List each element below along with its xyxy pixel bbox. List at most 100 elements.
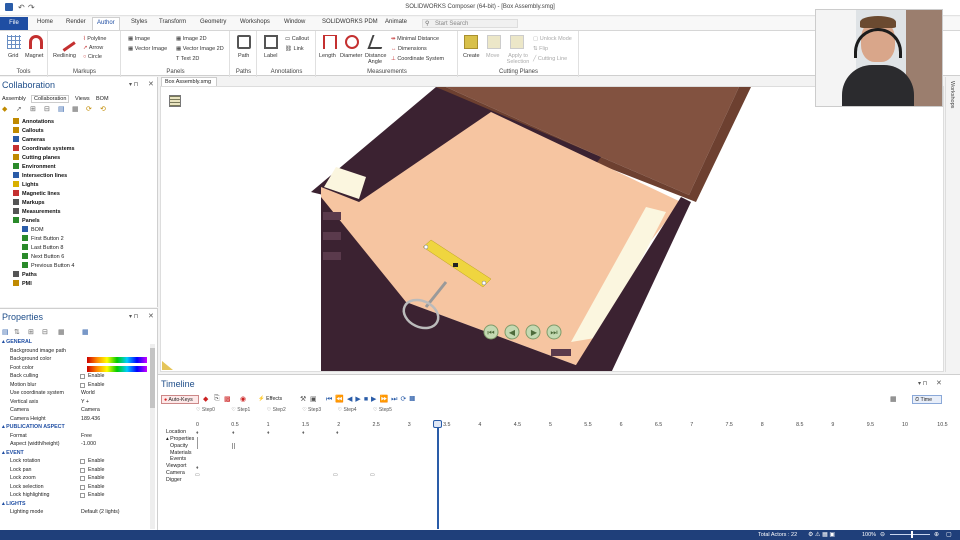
timeline-step-marker[interactable]: ♡ Step3 xyxy=(302,407,321,413)
tab-styles[interactable]: Styles xyxy=(131,19,147,25)
property-value[interactable]: Free xyxy=(81,433,92,439)
tab-animate[interactable]: Animate xyxy=(385,19,407,25)
play-icon[interactable]: ▶ xyxy=(355,396,363,403)
timeline-track-label[interactable]: Camera xyxy=(166,470,185,476)
distance-angle-icon[interactable] xyxy=(367,35,387,49)
grid-button[interactable]: Grid xyxy=(8,53,18,59)
create-plane-icon[interactable] xyxy=(464,35,478,49)
property-row[interactable]: Background color xyxy=(0,356,158,365)
prev-key-icon[interactable]: ⏪ xyxy=(335,396,347,403)
keyframe[interactable] xyxy=(232,443,235,449)
tree-item[interactable]: PMI xyxy=(13,280,32,289)
timeline-track-label[interactable]: ▴ Properties xyxy=(166,436,194,442)
property-row[interactable]: Use coordinate system World xyxy=(0,390,158,399)
keyframe[interactable]: ♦ xyxy=(196,430,199,436)
property-value[interactable]: Enable xyxy=(88,484,105,490)
circle-button[interactable]: ○ Circle xyxy=(83,54,102,60)
property-row[interactable]: Lock selection Enable xyxy=(0,484,158,493)
export-icon[interactable]: ▦ xyxy=(890,395,897,403)
flip-button[interactable]: ⇅ Flip xyxy=(533,46,548,52)
tree-item[interactable]: BOM xyxy=(22,226,44,235)
create-button[interactable]: Create xyxy=(463,53,480,59)
tree-item[interactable]: Panels xyxy=(13,217,40,226)
property-row[interactable]: Format Free xyxy=(0,433,158,442)
tab-home[interactable]: Home xyxy=(37,19,53,25)
property-value[interactable]: Camera xyxy=(81,407,100,413)
auto-keys-button[interactable]: ● Auto-Keys xyxy=(161,395,199,404)
tree-item[interactable]: Last Button 8 xyxy=(22,244,63,253)
time-mode-button[interactable]: ⏲ Time xyxy=(912,395,942,404)
tree-item[interactable]: Paths xyxy=(13,271,37,280)
workshops-label[interactable]: Workshops xyxy=(949,81,955,108)
property-section-header[interactable]: ▴ GENERAL xyxy=(2,339,32,345)
property-section-header[interactable]: ▴ PUBLICATION ASPECT xyxy=(2,424,65,430)
pin-icon[interactable]: ▾ ⊓ xyxy=(129,81,138,88)
length-icon[interactable] xyxy=(323,35,337,49)
key-actors-icon[interactable]: ▩ xyxy=(224,395,231,403)
tree-item[interactable]: Magnetic lines xyxy=(13,190,60,199)
tree-item[interactable]: Environment xyxy=(13,163,56,172)
timeline-close-icon[interactable]: ✕ xyxy=(936,379,942,387)
coordinate-system-button[interactable]: ⊥ Coordinate System xyxy=(391,56,444,62)
magnet-button[interactable]: Magnet xyxy=(25,53,43,59)
status-tools-icon[interactable]: ⚙ ⚠ ▦ ▣ xyxy=(808,531,835,538)
checkbox[interactable] xyxy=(80,374,85,379)
key-tool-icon[interactable]: ◆ xyxy=(203,395,208,403)
checkbox[interactable] xyxy=(80,476,85,481)
image-2d-button[interactable]: ▦ Image 2D xyxy=(176,36,207,42)
keyframe[interactable]: ♦ xyxy=(232,430,235,436)
keyframe[interactable] xyxy=(197,437,198,449)
categorized-icon[interactable]: ▤ xyxy=(2,328,9,336)
pointer-icon[interactable]: ➚ xyxy=(16,105,22,113)
go-start-icon[interactable]: ⏮ xyxy=(326,396,335,403)
callout-button[interactable]: ▭ Callout xyxy=(285,36,309,42)
checkbox[interactable] xyxy=(80,493,85,498)
label-button[interactable]: Label xyxy=(264,53,277,59)
next-button[interactable]: ▶ xyxy=(525,324,541,340)
3d-viewport[interactable]: ⏮ ◀ ▶ ⏭ xyxy=(160,86,944,372)
property-row[interactable]: Back culling Enable xyxy=(0,373,158,382)
cutting-line-button[interactable]: ╱ Cutting Line xyxy=(533,56,567,62)
timeline-cursor-handle[interactable] xyxy=(433,420,442,428)
property-row[interactable]: Lighting mode Default (2 lights) xyxy=(0,509,158,518)
move-key-icon[interactable]: ⚒ xyxy=(300,395,306,403)
property-value[interactable]: Enable xyxy=(88,458,105,464)
properties-pin-icon[interactable]: ▾ ⊓ xyxy=(129,313,138,320)
property-row[interactable]: Lock zoom Enable xyxy=(0,475,158,484)
filter-icon[interactable]: ◆ xyxy=(2,105,7,113)
timeline-track-label[interactable]: Events xyxy=(170,456,186,462)
property-row[interactable]: Lock highlighting Enable xyxy=(0,492,158,501)
path-button[interactable]: Path xyxy=(238,53,249,59)
viewport-tab[interactable]: Box Assembly.smg xyxy=(161,77,217,86)
length-button[interactable]: Length xyxy=(319,53,336,59)
properties-close-icon[interactable]: ✕ xyxy=(148,312,154,320)
checkbox[interactable] xyxy=(80,382,85,388)
apply-selection-icon[interactable] xyxy=(510,35,524,49)
timeline-track-label[interactable]: Opacity xyxy=(170,443,188,449)
timeline-cursor[interactable] xyxy=(437,421,439,529)
tab-views[interactable]: Views xyxy=(75,96,90,102)
link-actors-icon[interactable]: ⟳ xyxy=(86,105,92,113)
tree-item[interactable]: Annotations xyxy=(13,118,54,127)
keyframe[interactable]: ♦ xyxy=(196,465,199,471)
apply-to-selection-button[interactable]: Apply to Selection xyxy=(504,53,532,65)
expand-icon[interactable]: ⊞ xyxy=(30,105,36,113)
arrow-button[interactable]: ➚ Arrow xyxy=(83,45,103,51)
property-row[interactable]: Lock rotation Enable xyxy=(0,458,158,467)
timeline-step-marker[interactable]: ♡ Step4 xyxy=(338,407,357,413)
color-swatch[interactable] xyxy=(87,365,147,372)
tab-window[interactable]: Window xyxy=(284,19,305,25)
expand-all-icon[interactable]: ⊞ xyxy=(28,328,34,336)
property-row[interactable]: Vertical axis Y + xyxy=(0,399,158,408)
close-icon[interactable]: ✕ xyxy=(148,80,154,88)
link-button[interactable]: ⛓ Link xyxy=(285,46,304,52)
tab-assembly[interactable]: Assembly xyxy=(2,96,26,102)
tree-item[interactable]: Callouts xyxy=(13,127,44,136)
magnet-icon[interactable] xyxy=(29,35,43,49)
property-row[interactable]: Camera Height 189.436 xyxy=(0,416,158,425)
vector-image-2d-button[interactable]: ▦ Vector Image 2D xyxy=(176,46,224,52)
property-row[interactable]: Motion blur Enable xyxy=(0,382,158,391)
tree-item[interactable]: Measurements xyxy=(13,208,61,217)
checkbox[interactable] xyxy=(80,484,85,490)
property-row[interactable]: Camera Camera xyxy=(0,407,158,416)
